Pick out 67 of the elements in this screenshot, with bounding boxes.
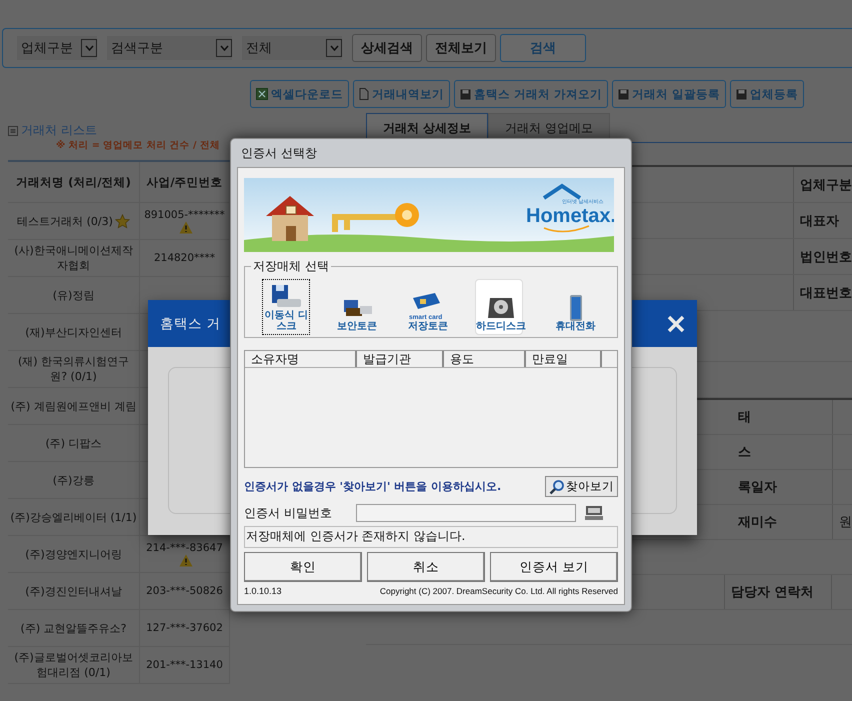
field-label: 태 bbox=[738, 400, 833, 434]
dropdown[interactable]: 전체 bbox=[242, 36, 342, 60]
field-value: 원 bbox=[839, 514, 852, 531]
dropdown[interactable]: 검색구분 bbox=[107, 36, 232, 60]
column-header: 용도 bbox=[444, 351, 526, 367]
column-header: 만료일 bbox=[526, 351, 602, 367]
business-number: 127-***-37602 bbox=[146, 622, 223, 634]
storage-option[interactable]: 휴대전화 bbox=[552, 279, 600, 335]
group-label: 저장매체 선택 bbox=[252, 258, 330, 275]
caret-icon bbox=[326, 39, 342, 57]
close-icon[interactable] bbox=[667, 314, 685, 332]
list-icon bbox=[8, 126, 18, 136]
action-button[interactable]: 홈택스 거래처 가져오기 bbox=[454, 80, 608, 108]
business-number: 214-***-83647 bbox=[146, 542, 223, 554]
browse-button[interactable]: 찾아보기 bbox=[545, 476, 618, 497]
swoosh-icon bbox=[544, 225, 590, 232]
document-icon bbox=[359, 88, 369, 100]
client-name[interactable]: (유)정림 bbox=[52, 288, 94, 302]
field-label: 록일자 bbox=[738, 470, 833, 504]
business-number: 201-***-13140 bbox=[146, 659, 223, 671]
field-label: 법인번호 bbox=[799, 248, 852, 266]
search-icon bbox=[549, 478, 565, 494]
business-number: 203-***-50826 bbox=[146, 585, 223, 597]
action-button[interactable]: 엑셀다운로드 bbox=[250, 80, 349, 108]
dialog-title: 인증서 선택창 bbox=[240, 144, 318, 162]
field-label: 스 bbox=[738, 435, 833, 469]
column-header: 발급기관 bbox=[357, 351, 444, 367]
caret-icon bbox=[216, 39, 232, 57]
search-button[interactable]: 상세검색 bbox=[352, 34, 422, 62]
business-number: 891005-******* bbox=[144, 208, 225, 220]
copyright-text: Copyright (C) 2007. DreamSecurity Co. Ltd. All rights Reserved bbox=[380, 586, 618, 596]
storage-option[interactable]: 이동식 디스크 bbox=[262, 279, 310, 335]
dialog-button[interactable]: 확인 bbox=[244, 552, 362, 582]
dropdown[interactable]: 업체구분 bbox=[17, 36, 97, 60]
password-label: 인증서 비밀번호 bbox=[244, 504, 333, 522]
storage-option[interactable]: 보안토큰 bbox=[333, 279, 382, 335]
field-label: 업체구분 bbox=[799, 176, 852, 194]
dialog-button[interactable]: 취소 bbox=[366, 552, 485, 582]
smart-card-icon bbox=[412, 292, 440, 308]
modal-title: 홈택스 거 bbox=[160, 314, 220, 332]
spreadsheet-icon bbox=[256, 88, 268, 100]
search-button[interactable]: 전체보기 bbox=[426, 34, 496, 62]
list-title: 거래처 리스트 bbox=[21, 122, 97, 139]
password-field[interactable] bbox=[356, 504, 576, 522]
column-header: 소유자명 bbox=[245, 351, 357, 367]
status-message: 저장매체에 인증서가 존재하지 않습니다. bbox=[244, 526, 618, 548]
action-button[interactable]: 거래처 일괄등록 bbox=[612, 80, 726, 108]
column-header: 거래처명 (처리/전체) bbox=[8, 161, 140, 202]
field-label: 재미수 bbox=[738, 505, 833, 539]
action-button[interactable]: 업체등록 bbox=[730, 80, 804, 108]
business-number: 214820**** bbox=[154, 252, 216, 264]
action-button[interactable]: 거래내역보기 bbox=[353, 80, 450, 108]
search-button[interactable]: 검색 bbox=[500, 34, 586, 62]
client-name[interactable]: (주)강릉 bbox=[52, 472, 94, 488]
version-text: 1.0.10.13 bbox=[244, 586, 282, 596]
hint-text: 인증서가 없을경우 '찾아보기' 버튼을 이용하십시오. bbox=[244, 479, 502, 494]
storage-option[interactable]: 하드디스크 bbox=[474, 279, 523, 335]
caret-icon bbox=[81, 39, 97, 57]
field-label: 대표자 bbox=[799, 212, 839, 230]
list-note: ※ 처리 = 영업메모 처리 건수 / 전체 bbox=[55, 139, 221, 152]
dialog-button[interactable]: 인증서 보기 bbox=[490, 552, 618, 582]
keyboard-icon[interactable] bbox=[584, 504, 604, 522]
house-drawing bbox=[266, 196, 314, 241]
field-label: 대표번호 bbox=[799, 284, 852, 302]
roof-icon bbox=[542, 184, 582, 200]
field-label: 담당자 연락처 bbox=[725, 575, 832, 609]
client-name[interactable]: (주) 디팝스 bbox=[45, 436, 102, 450]
